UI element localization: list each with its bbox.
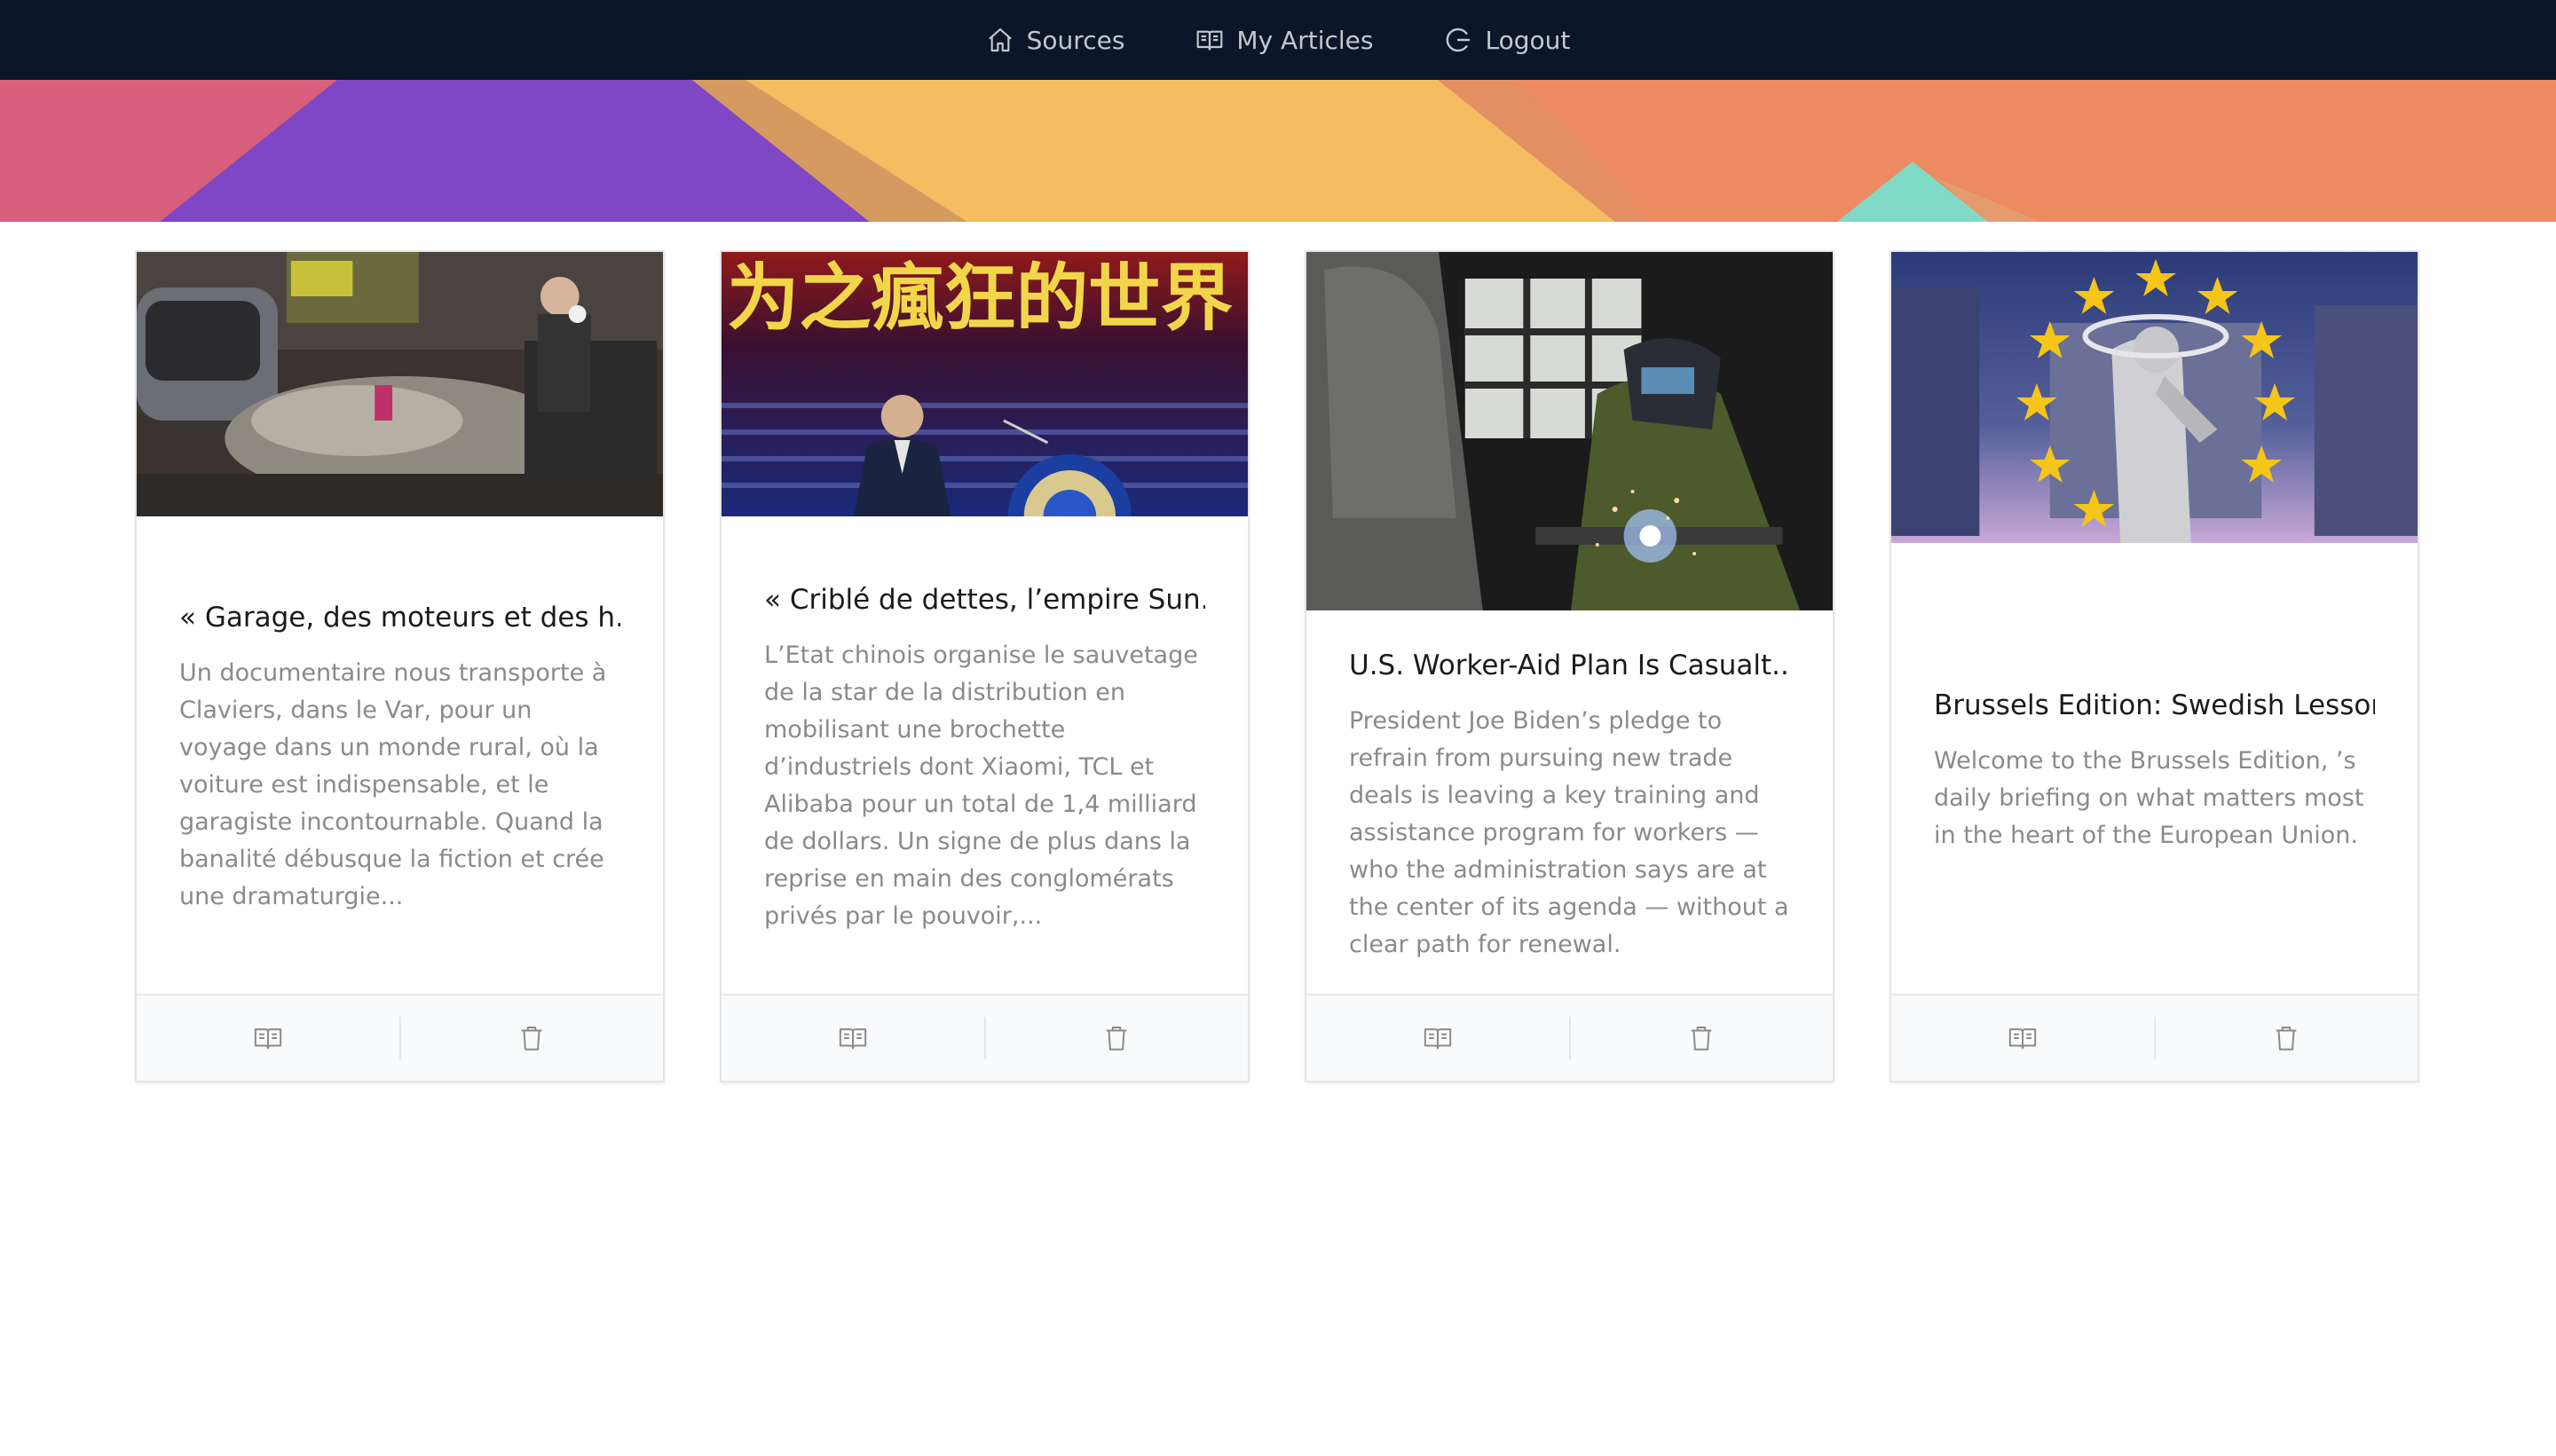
book-open-icon <box>1424 1028 1451 1050</box>
top-navbar: Sources My Articles Logout <box>0 0 2556 80</box>
trash-icon <box>1106 1026 1127 1051</box>
article-title[interactable]: Brussels Edition: Swedish Lesson <box>1934 689 2375 721</box>
trash-icon <box>1691 1026 1712 1051</box>
read-button[interactable] <box>1891 996 2154 1081</box>
delete-button[interactable] <box>401 996 664 1081</box>
book-open-icon <box>2008 1028 2036 1050</box>
book-open-icon <box>1197 30 1223 51</box>
trash-icon <box>2276 1026 2297 1051</box>
article-image: 为之瘋狂的世界 <box>722 252 1248 516</box>
banner-chinese-text: 为之瘋狂的世界 <box>727 256 1233 341</box>
nav-sources-label: Sources <box>1026 25 1125 55</box>
trash-icon <box>521 1026 542 1051</box>
read-button[interactable] <box>722 996 984 1081</box>
article-description: Welcome to the Brussels Edition, ’s dail… <box>1934 747 2364 849</box>
nav-sources[interactable]: Sources <box>986 25 1125 55</box>
delete-button[interactable] <box>986 996 1249 1081</box>
delete-button[interactable] <box>2156 996 2418 1081</box>
logout-icon <box>1447 28 1471 52</box>
card-actions <box>137 994 663 1081</box>
nav-logout-label: Logout <box>1485 25 1571 55</box>
article-card: 为之瘋狂的世界 « Criblé de dettes, l’empire Sun… <box>720 250 1250 1082</box>
decorative-banner <box>0 80 2556 222</box>
delete-button[interactable] <box>1571 996 1834 1081</box>
card-actions <box>1306 994 1833 1081</box>
card-actions <box>1891 994 2418 1081</box>
article-image <box>1891 252 2418 543</box>
card-actions <box>722 994 1248 1081</box>
article-title[interactable]: U.S. Worker-Aid Plan Is Casualt... <box>1349 649 1790 681</box>
article-title[interactable]: « Criblé de dettes, l’empire Sun... <box>764 584 1205 616</box>
home-icon <box>988 28 1012 52</box>
article-image <box>1306 252 1833 610</box>
read-button[interactable] <box>137 996 399 1081</box>
nav-my-articles[interactable]: My Articles <box>1195 26 1373 55</box>
book-open-icon <box>839 1028 866 1050</box>
article-description: L’Etat chinois organise le sauvetage de … <box>764 641 1198 930</box>
article-title[interactable]: « Garage, des moteurs et des h... <box>179 602 620 634</box>
read-button[interactable] <box>1306 996 1569 1081</box>
article-description: President Joe Biden’s pledge to refrain … <box>1349 707 1789 958</box>
article-card: Brussels Edition: Swedish Lesson Welcome… <box>1889 250 2419 1082</box>
nav-logout[interactable]: Logout <box>1444 26 1570 55</box>
nav-my-articles-label: My Articles <box>1236 25 1374 55</box>
article-card: U.S. Worker-Aid Plan Is Casualt... Presi… <box>1305 250 1834 1082</box>
book-open-icon <box>254 1028 281 1050</box>
article-card: « Garage, des moteurs et des h... Un doc… <box>135 250 665 1082</box>
article-description: Un documentaire nous transporte à Clavie… <box>179 659 607 910</box>
article-image <box>137 252 663 516</box>
